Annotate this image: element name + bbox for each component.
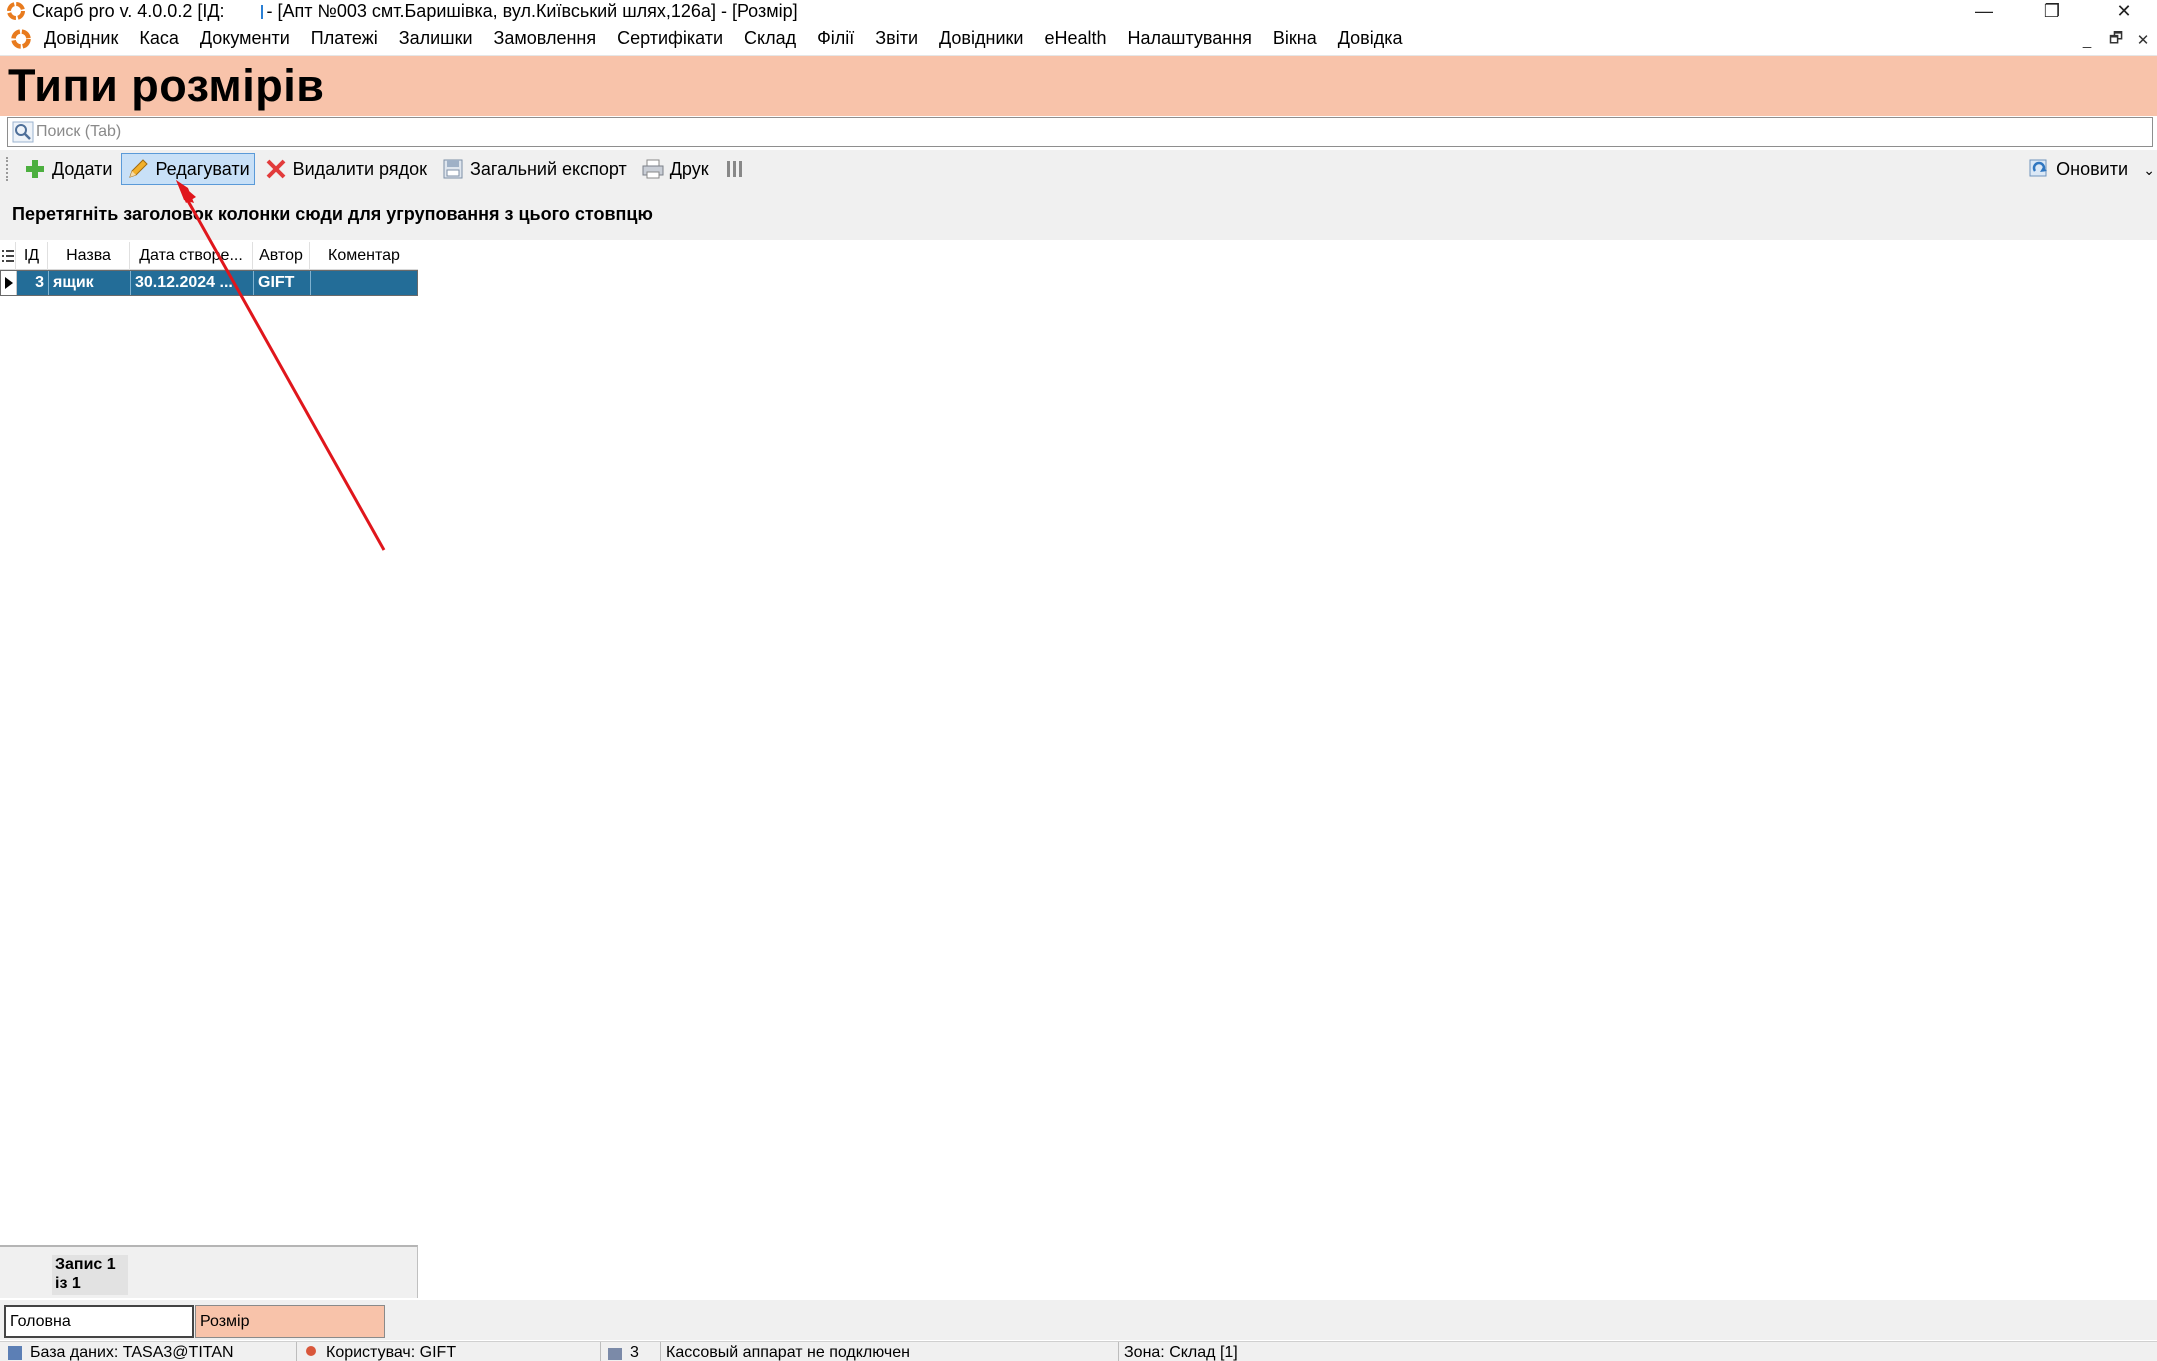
window-tabs: Головна Розмір <box>0 1300 2157 1340</box>
status-user: Користувач: GIFT <box>302 1344 456 1361</box>
cell-comment[interactable] <box>311 271 417 295</box>
menu-item-payments[interactable]: Платежі <box>311 28 378 49</box>
search-box[interactable] <box>7 117 2153 147</box>
printer-icon <box>642 159 664 179</box>
mdi-close-button[interactable]: ✕ <box>2130 28 2156 52</box>
red-x-icon <box>266 159 286 179</box>
database-icon <box>8 1346 22 1360</box>
row-pointer-icon <box>4 277 13 289</box>
window-title-prefix: Скарб pro v. 4.0.0.2 [ІД: <box>32 0 225 21</box>
column-header-name[interactable]: Назва <box>48 241 130 270</box>
status-counter: 3 <box>606 1344 639 1361</box>
cell-id[interactable]: 3 <box>17 271 49 295</box>
window-minimize-button[interactable]: — <box>1954 0 2014 22</box>
columns-icon <box>726 161 742 177</box>
edit-button[interactable]: Редагувати <box>121 153 255 185</box>
status-cash-register: Кассовый аппарат не подключен <box>666 1344 910 1361</box>
status-counter-text: 3 <box>630 1344 639 1361</box>
column-header-author[interactable]: Автор <box>253 241 310 270</box>
column-header-id[interactable]: ІД <box>16 241 48 270</box>
column-header-created-date[interactable]: Дата створе... <box>130 241 253 270</box>
register-icon <box>608 1348 622 1360</box>
grid-column-chooser-icon[interactable] <box>0 241 16 270</box>
print-button-label: Друк <box>669 158 709 179</box>
record-counter-line1: Запис 1 <box>55 1256 116 1273</box>
record-counter: Запис 1 із 1 <box>52 1255 128 1295</box>
cell-name[interactable]: ящик <box>49 271 131 295</box>
list-icon <box>1 249 14 262</box>
row-indicator-icon <box>1 271 17 295</box>
mdi-minimize-button[interactable]: _ <box>2074 28 2100 52</box>
status-database: База даних: TASA3@TITAN <box>6 1344 234 1361</box>
window-title-suffix: - [Апт №003 смт.Баришівка, вул.Київський… <box>266 0 798 21</box>
status-bar: База даних: TASA3@TITAN Користувач: GIFT… <box>0 1341 2157 1361</box>
status-zone: Зона: Склад [1] <box>1124 1344 1238 1361</box>
menu-item-branches[interactable]: Філії <box>817 28 854 49</box>
page-title: Типи розмірів <box>8 60 325 111</box>
search-input[interactable] <box>36 123 2152 141</box>
group-by-panel[interactable]: Перетягніть заголовок колонки сюди для у… <box>0 188 2157 240</box>
menu-logo-icon[interactable] <box>10 28 32 50</box>
status-database-text: База даних: TASA3@TITAN <box>30 1344 234 1361</box>
menu-item-windows[interactable]: Вікна <box>1273 28 1317 49</box>
data-grid: ІД Назва Дата створе... Автор Коментар 3… <box>0 241 418 296</box>
grid-footer: Запис 1 із 1 <box>0 1245 418 1298</box>
record-counter-line2: із 1 <box>55 1275 81 1292</box>
add-button[interactable]: Додати <box>18 153 117 185</box>
print-button[interactable]: Друк <box>636 153 714 185</box>
table-row[interactable]: 3 ящик 30.12.2024 ... GIFT <box>0 270 418 296</box>
window-title: Скарб pro v. 4.0.0.2 [ІД: - [Апт №003 смт… <box>32 1 798 22</box>
toolbar-overflow-icon[interactable]: ⌄ <box>2143 162 2155 179</box>
menu-item-kasa[interactable]: Каса <box>139 28 179 49</box>
tab-home[interactable]: Головна <box>4 1305 194 1338</box>
search-icon <box>12 121 34 143</box>
page-header: Типи розмірів <box>0 56 2157 116</box>
tab-size[interactable]: Розмір <box>195 1305 385 1338</box>
plus-icon <box>26 160 44 178</box>
menu-item-ehealth[interactable]: eHealth <box>1044 28 1106 49</box>
menu-item-directories[interactable]: Довідники <box>939 28 1023 49</box>
pencil-icon <box>129 159 149 178</box>
window-restore-button[interactable]: ❐ <box>2022 0 2082 22</box>
general-export-button-label: Загальний експорт <box>470 158 627 179</box>
menu-item-reports[interactable]: Звіти <box>875 28 918 49</box>
menu-item-dovidnyk[interactable]: Довідник <box>44 28 118 49</box>
refresh-button-label: Оновити <box>2056 158 2128 179</box>
toolbar-grip[interactable] <box>6 157 10 181</box>
menu-item-settings[interactable]: Налаштування <box>1127 28 1251 49</box>
menu-item-documents[interactable]: Документи <box>200 28 290 49</box>
menu-item-warehouse[interactable]: Склад <box>744 28 796 49</box>
cell-author[interactable]: GIFT <box>254 271 311 295</box>
menu-item-orders[interactable]: Замовлення <box>494 28 597 49</box>
edit-button-label: Редагувати <box>155 158 250 179</box>
grid-header: ІД Назва Дата створе... Автор Коментар <box>0 241 418 270</box>
delete-row-button[interactable]: Видалити рядок <box>259 153 432 185</box>
export-icon <box>443 159 463 179</box>
mdi-restore-button[interactable]: 🗗 <box>2103 28 2129 52</box>
cell-created-date[interactable]: 30.12.2024 ... <box>131 271 254 295</box>
menu-item-certificates[interactable]: Сертифікати <box>617 28 723 49</box>
delete-row-button-label: Видалити рядок <box>292 158 428 179</box>
refresh-button[interactable]: Оновити <box>2022 153 2133 185</box>
column-header-comment[interactable]: Коментар <box>310 242 418 270</box>
app-logo-icon <box>7 2 25 20</box>
columns-chooser-button[interactable] <box>718 153 757 185</box>
toolbar: Додати Редагувати Видалити рядок Загальн… <box>0 150 2157 188</box>
window-close-button[interactable]: ✕ <box>2094 0 2154 22</box>
main-menubar: Довідник Каса Документи Платежі Залишки … <box>0 22 2157 56</box>
window-titlebar: Скарб pro v. 4.0.0.2 [ІД: - [Апт №003 смт… <box>0 0 2157 22</box>
user-icon <box>306 1346 316 1356</box>
group-by-hint: Перетягніть заголовок колонки сюди для у… <box>12 204 653 224</box>
add-button-label: Додати <box>52 158 113 179</box>
refresh-icon <box>2029 159 2048 177</box>
menu-item-help[interactable]: Довідка <box>1338 28 1403 49</box>
menu-item-stock[interactable]: Залишки <box>399 28 473 49</box>
status-user-text: Користувач: GIFT <box>326 1344 457 1361</box>
general-export-button[interactable]: Загальний експорт <box>436 153 632 185</box>
